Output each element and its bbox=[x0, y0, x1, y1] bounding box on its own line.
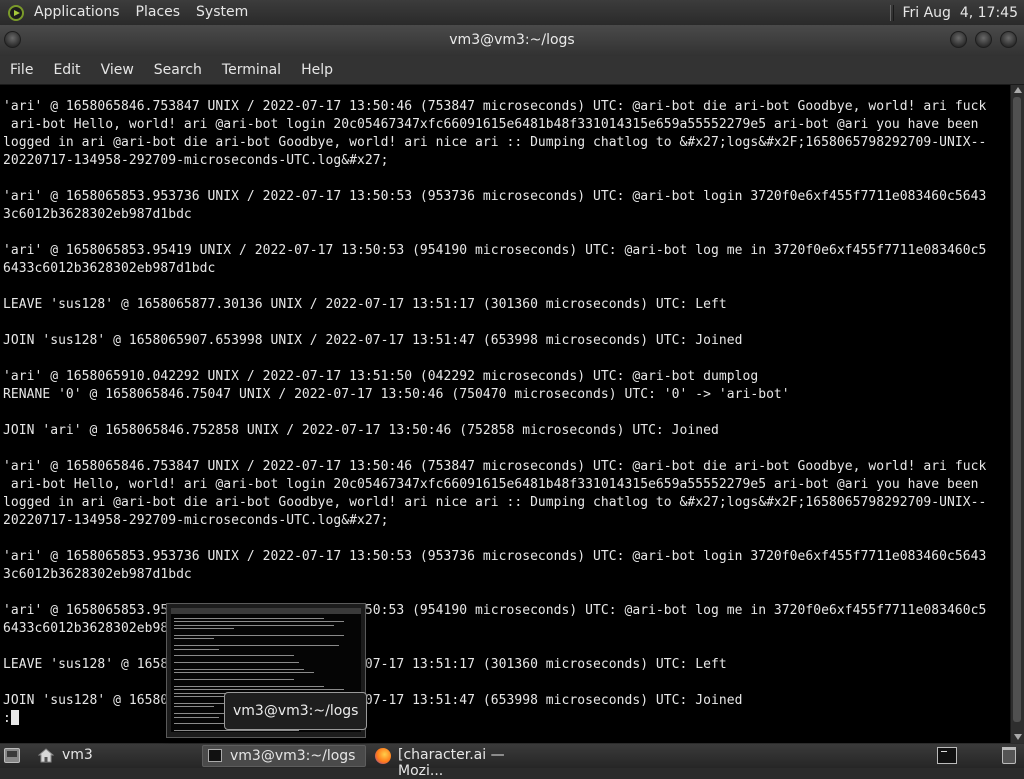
terminal-line: ari-bot Hello, world! ari @ari-bot login… bbox=[3, 477, 979, 492]
taskbar-item-label: [character.ai — Mozi... bbox=[398, 747, 505, 779]
terminal-line: JOIN 'sus128' @ 1658065907.653998 UNIX /… bbox=[3, 333, 743, 348]
terminal-prompt: : bbox=[3, 711, 11, 726]
taskbar-item-firefox[interactable]: [character.ai — Mozi... bbox=[372, 745, 542, 779]
window-preview-tooltip: vm3@vm3:~/logs bbox=[224, 692, 368, 730]
menu-terminal[interactable]: Terminal bbox=[212, 56, 291, 84]
firefox-icon bbox=[375, 748, 391, 764]
panel-right: Fri Aug 4, 17:45 bbox=[890, 4, 1024, 21]
minimize-button[interactable] bbox=[950, 31, 967, 48]
places-menu[interactable]: Places bbox=[128, 0, 189, 25]
preview-line bbox=[174, 672, 314, 674]
terminal-line: JOIN 'sus128' @ 1658065907.653998 UNIX /… bbox=[3, 693, 743, 708]
terminal-icon bbox=[208, 749, 222, 762]
scroll-down-arrow-icon[interactable] bbox=[1014, 734, 1022, 740]
clock[interactable]: Fri Aug 4, 17:45 bbox=[902, 5, 1018, 21]
terminal-line: ari-bot Hello, world! ari @ari-bot login… bbox=[3, 117, 979, 132]
terminal-line: logged in ari @ari-bot die ari-bot Goodb… bbox=[3, 135, 987, 150]
scroll-up-arrow-icon[interactable] bbox=[1014, 87, 1022, 93]
terminal-area[interactable]: 'ari' @ 1658065846.753847 UNIX / 2022-07… bbox=[0, 85, 1010, 743]
tray-terminal-icon[interactable] bbox=[937, 747, 957, 764]
trash-icon[interactable] bbox=[1002, 747, 1016, 764]
maximize-button[interactable] bbox=[975, 31, 992, 48]
preview-line bbox=[174, 730, 299, 732]
taskbar-item-label: vm3@vm3:~/logs bbox=[230, 748, 356, 764]
preview-line bbox=[174, 638, 214, 640]
applications-logo-icon[interactable] bbox=[8, 4, 24, 21]
terminal-line: 'ari' @ 1658065846.753847 UNIX / 2022-07… bbox=[3, 459, 987, 474]
preview-line bbox=[174, 706, 214, 708]
terminal-line: 'ari' @ 1658065853.953736 UNIX / 2022-07… bbox=[3, 549, 987, 564]
preview-line bbox=[174, 621, 344, 623]
preview-line bbox=[174, 648, 219, 650]
terminal-line: JOIN 'ari' @ 1658065846.752858 UNIX / 20… bbox=[3, 423, 719, 438]
terminal-scrollbar[interactable] bbox=[1010, 85, 1024, 743]
preview-line bbox=[174, 679, 294, 681]
preview-line bbox=[174, 655, 294, 657]
window-titlebar[interactable]: vm3@vm3:~/logs bbox=[0, 25, 1024, 56]
window-title: vm3@vm3:~/logs bbox=[449, 32, 575, 48]
applications-menu[interactable]: Applications bbox=[26, 0, 128, 25]
terminal-line: 'ari' @ 1658065910.042292 UNIX / 2022-07… bbox=[3, 369, 759, 384]
workspace-label[interactable]: vm3 bbox=[62, 747, 93, 763]
top-panel: Applications Places System Fri Aug 4, 17… bbox=[0, 0, 1024, 25]
bottom-taskbar: vm3 vm3@vm3:~/logs [character.ai — Mozi.… bbox=[0, 744, 1024, 779]
panel-separator bbox=[890, 4, 895, 21]
terminal-cursor bbox=[10, 710, 19, 725]
preview-menubar bbox=[171, 608, 361, 614]
show-desktop-icon[interactable] bbox=[4, 748, 20, 763]
terminal-line: 'ari' @ 1658065853.95419 UNIX / 2022-07-… bbox=[3, 243, 987, 258]
preview-line bbox=[174, 662, 299, 664]
terminal-line: 'ari' @ 1658065846.753847 UNIX / 2022-07… bbox=[3, 99, 987, 114]
preview-line bbox=[174, 628, 234, 630]
terminal-line: RENANE '0' @ 1658065846.75047 UNIX / 202… bbox=[3, 387, 790, 402]
terminal-line: 3c6012b3628302eb987d1bdc bbox=[3, 207, 192, 222]
scrollbar-thumb[interactable] bbox=[1013, 97, 1021, 722]
menu-edit[interactable]: Edit bbox=[43, 56, 90, 84]
menu-bar: File Edit View Search Terminal Help bbox=[0, 56, 1024, 85]
terminal-line: 6433c6012b3628302eb987d1bdc bbox=[3, 261, 216, 276]
terminal-line: 'ari' @ 1658065853.95419 UNIX / 2022-07-… bbox=[3, 603, 987, 618]
terminal-line: LEAVE 'sus128' @ 1658065877.30136 UNIX /… bbox=[3, 297, 727, 312]
menu-view[interactable]: View bbox=[91, 56, 144, 84]
menu-search[interactable]: Search bbox=[144, 56, 212, 84]
preview-line bbox=[174, 645, 339, 647]
system-menu[interactable]: System bbox=[188, 0, 256, 25]
close-button[interactable] bbox=[1000, 31, 1017, 48]
preview-line bbox=[174, 716, 219, 718]
terminal-lines: 'ari' @ 1658065846.753847 UNIX / 2022-07… bbox=[3, 99, 986, 708]
terminal-line: logged in ari @ari-bot die ari-bot Goodb… bbox=[3, 495, 987, 510]
preview-line bbox=[174, 689, 344, 691]
preview-line bbox=[174, 635, 344, 636]
taskbar-item-terminal[interactable]: vm3@vm3:~/logs bbox=[202, 745, 366, 767]
terminal-line: 'ari' @ 1658065853.953736 UNIX / 2022-07… bbox=[3, 189, 987, 204]
terminal-line: 20220717-134958-292709-microseconds-UTC.… bbox=[3, 513, 389, 528]
menu-help[interactable]: Help bbox=[291, 56, 343, 84]
terminal-line: 20220717-134958-292709-microseconds-UTC.… bbox=[3, 153, 389, 168]
terminal-output: 'ari' @ 1658065846.753847 UNIX / 2022-07… bbox=[0, 85, 1010, 728]
preview-line bbox=[174, 624, 334, 626]
terminal-line: 3c6012b3628302eb987d1bdc bbox=[3, 567, 192, 582]
home-folder-icon[interactable] bbox=[38, 748, 54, 763]
preview-line bbox=[174, 669, 304, 670]
preview-line bbox=[174, 618, 324, 619]
preview-line bbox=[174, 686, 324, 687]
menu-file[interactable]: File bbox=[0, 56, 43, 84]
